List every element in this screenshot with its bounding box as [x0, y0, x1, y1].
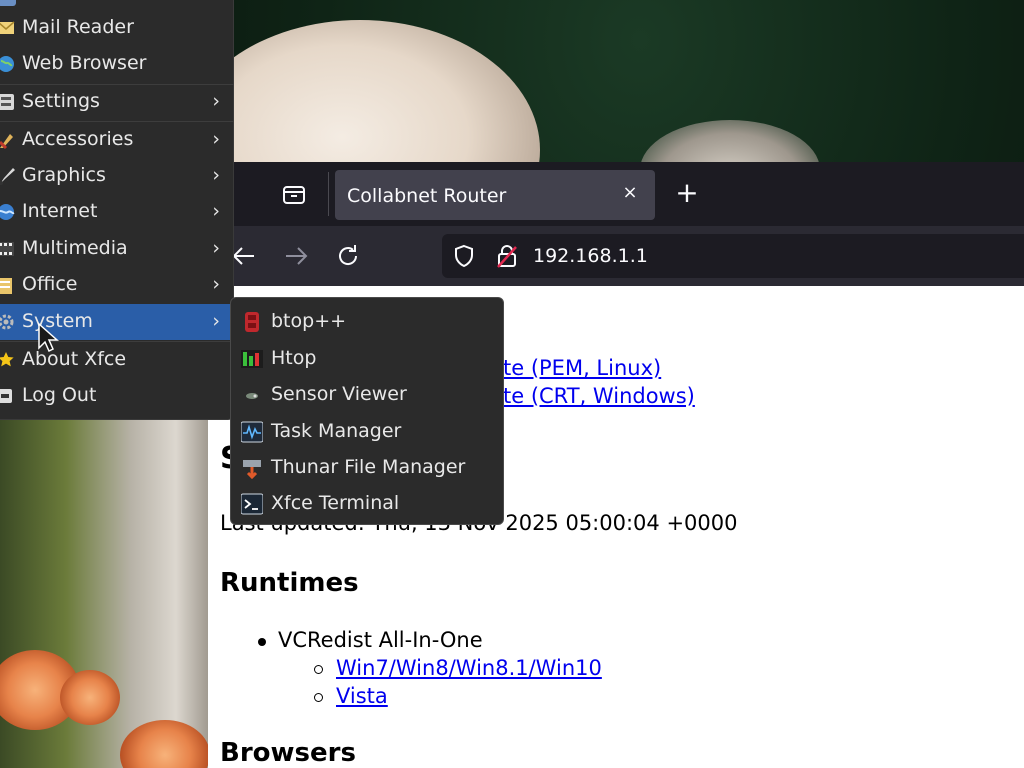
graphics-icon — [0, 168, 15, 185]
settings-icon — [0, 94, 14, 110]
submenu-item-htop[interactable]: Htop — [231, 341, 503, 377]
submenu-item-thunar[interactable]: Thunar File Manager — [231, 450, 503, 486]
menu-item-label: Graphics — [22, 164, 106, 186]
submenu-item-xfce-terminal[interactable]: Xfce Terminal — [231, 486, 503, 522]
list-bullet — [314, 693, 323, 702]
file-manager-icon — [243, 460, 261, 479]
menu-item-icon — [0, 0, 16, 6]
menu-item-label: Settings — [22, 90, 100, 112]
forward-button[interactable] — [282, 242, 310, 270]
runtimes-heading: Runtimes — [220, 568, 359, 598]
chevron-right-icon: › — [212, 128, 220, 150]
submenu-item-label: Thunar File Manager — [271, 456, 466, 478]
chevron-right-icon: › — [212, 237, 220, 259]
submenu-item-btop[interactable]: btop++ — [231, 304, 503, 340]
menu-item-label: Mail Reader — [22, 16, 134, 38]
applications-menu: Mail Reader Web Browser Settings › Acces… — [0, 0, 234, 420]
tab-separator — [328, 172, 329, 216]
chevron-right-icon: › — [212, 273, 220, 295]
menu-item-label: Log Out — [22, 384, 97, 406]
task-manager-icon — [241, 421, 263, 443]
tab-title: Collabnet Router — [347, 185, 507, 207]
menu-item-graphics[interactable]: Graphics › — [0, 158, 234, 194]
logout-icon — [0, 389, 12, 403]
menu-item-settings[interactable]: Settings › — [0, 84, 234, 120]
url-bar[interactable]: 192.168.1.1 — [442, 234, 1024, 278]
menu-item-system[interactable]: System › — [0, 304, 234, 340]
tab-bar: Collabnet Router × + — [208, 162, 1024, 226]
menu-item-internet[interactable]: Internet › — [0, 194, 234, 230]
menu-item-multimedia[interactable]: Multimedia › — [0, 231, 234, 267]
win-link[interactable]: Win7/Win8/Win8.1/Win10 — [336, 656, 602, 680]
submenu-item-label: Htop — [271, 347, 317, 369]
shield-icon[interactable] — [452, 244, 476, 268]
system-gear-icon — [0, 314, 14, 330]
wallpaper-flower — [60, 670, 120, 725]
reload-icon — [339, 245, 358, 265]
list-bullet — [314, 665, 323, 674]
multimedia-icon — [0, 242, 14, 256]
system-submenu: btop++ Htop Sensor Viewer Task Manager T… — [230, 297, 504, 525]
close-tab-icon[interactable]: × — [619, 182, 641, 204]
browsers-heading: Browsers — [220, 738, 356, 768]
vista-link[interactable]: Vista — [336, 684, 388, 708]
navigation-bar: 192.168.1.1 — [208, 226, 1024, 286]
star-icon — [0, 352, 14, 367]
cert-crt-link[interactable]: te (CRT, Windows) — [503, 384, 695, 408]
url-text: 192.168.1.1 — [533, 245, 648, 267]
tab-collabnet-router[interactable]: Collabnet Router × — [335, 170, 655, 220]
menu-item-about-xfce[interactable]: About Xfce — [0, 342, 234, 378]
list-bullet — [258, 638, 266, 646]
menu-item-web-browser[interactable]: Web Browser — [0, 46, 234, 82]
mail-icon — [0, 21, 15, 34]
menu-item-accessories[interactable]: Accessories › — [0, 122, 234, 158]
menu-item-office[interactable]: Office › — [0, 267, 234, 303]
menu-item-log-out[interactable]: Log Out — [0, 378, 234, 414]
submenu-item-task-manager[interactable]: Task Manager — [231, 414, 503, 450]
tab-list-icon — [283, 186, 305, 204]
menu-item-label: Accessories — [22, 128, 134, 150]
new-tab-button[interactable]: + — [674, 178, 700, 208]
submenu-item-label: Xfce Terminal — [271, 492, 400, 514]
submenu-item-label: Task Manager — [271, 420, 402, 442]
terminal-icon — [241, 493, 263, 515]
htop-icon — [241, 350, 263, 368]
globe-icon — [0, 56, 14, 72]
back-button[interactable] — [230, 242, 258, 270]
sensor-icon — [246, 393, 258, 399]
btop-icon — [245, 312, 259, 332]
menu-item-label: Office — [22, 273, 78, 295]
accessories-icon — [0, 134, 13, 150]
tab-list-button[interactable] — [280, 180, 308, 208]
office-icon — [0, 278, 12, 294]
submenu-item-label: btop++ — [271, 310, 347, 332]
chevron-right-icon: › — [212, 200, 220, 222]
chevron-right-icon: › — [212, 310, 220, 332]
reload-button[interactable] — [334, 242, 362, 270]
forward-arrow-icon — [286, 247, 308, 265]
menu-item-label: Internet — [22, 200, 98, 222]
insecure-lock-icon[interactable] — [495, 243, 519, 269]
menu-item-label: Multimedia — [22, 237, 128, 259]
back-arrow-icon — [232, 247, 254, 265]
submenu-item-label: Sensor Viewer — [271, 383, 407, 405]
internet-icon — [0, 204, 15, 220]
chevron-right-icon: › — [212, 164, 220, 186]
cert-pem-link[interactable]: te (PEM, Linux) — [503, 356, 661, 380]
vcredist-item: VCRedist All-In-One — [278, 628, 483, 652]
mouse-cursor-icon — [38, 322, 59, 353]
menu-item-label: Web Browser — [22, 52, 147, 74]
menu-item-mail-reader[interactable]: Mail Reader — [0, 10, 234, 46]
submenu-item-sensor-viewer[interactable]: Sensor Viewer — [231, 377, 503, 413]
chevron-right-icon: › — [212, 90, 220, 112]
